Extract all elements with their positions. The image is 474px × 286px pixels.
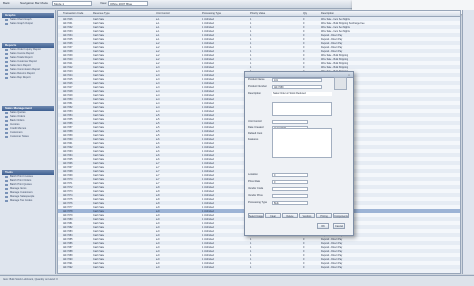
field-label: Product Number [248, 85, 267, 88]
field-input[interactable]: Bulk [272, 200, 308, 205]
field-input[interactable] [272, 186, 308, 191]
status-text: Item: Bulk Stock Lubricant, Quantity on … [3, 278, 58, 281]
column-header[interactable]: Priority Value [250, 12, 265, 15]
column-header[interactable]: Processing Type [202, 12, 221, 15]
navigation-sidebar: Graphs Sales Chart Graph Sales Graph Outpu… [0, 10, 56, 274]
field-label: Description [248, 92, 261, 95]
close-icon[interactable]: × [347, 73, 351, 77]
field-label: Unit Control [248, 120, 262, 123]
column-header[interactable]: Transaction Code [63, 12, 83, 15]
column-header[interactable]: Revenue Type [93, 12, 110, 15]
back-button[interactable]: Back [3, 1, 10, 6]
column-header[interactable]: Unit Control [156, 12, 170, 15]
table-cell: a-9 [156, 265, 160, 269]
field-input[interactable]: AR-7089 [272, 84, 322, 89]
sidebar-item[interactable]: Sales Graph Output [2, 22, 54, 26]
dialog-button-row: Select Image Clear Delete Vendors Pricing Com… [248, 213, 350, 218]
field-label: Default Cust [248, 132, 263, 135]
item-details-dialog: × Product Name 101 Product Number AR-7089 De… [244, 71, 354, 236]
field-label: Price Rate [248, 180, 261, 183]
field-label: Processing Type [248, 201, 268, 204]
field-label: Features [248, 138, 259, 141]
paging-label: Navigation Bar Mode [20, 1, 49, 5]
sidebar-group: Sales Management Sales Quotes Sales Orders… [2, 106, 54, 139]
field-input[interactable]: 0 [272, 179, 308, 184]
application-window: Back Navigation Bar Mode Mode 1 View Off… [0, 0, 474, 286]
dialog-action-button[interactable]: Clear [265, 213, 281, 218]
cancel-button[interactable]: Cancel [333, 223, 345, 229]
view-select[interactable]: Office 2007 Blue [108, 1, 148, 6]
description-box[interactable] [272, 102, 332, 116]
field-label: Vendor Code [248, 187, 264, 190]
dialog-action-button[interactable]: Components [333, 213, 349, 218]
field-label: Date Created [248, 126, 264, 129]
table-row[interactable]: AR-7092 Cash Sale a-9 1 Unlimited 1 0 Deposit … [58, 265, 460, 269]
mode-select[interactable]: Mode 1 [52, 1, 92, 6]
dialog-action-button[interactable]: Delete [282, 213, 298, 218]
sidebar-item[interactable]: Customer Notes [2, 135, 54, 139]
dialog-action-button[interactable]: Select Image [248, 213, 264, 218]
dialog-action-button[interactable]: Vendors [299, 213, 315, 218]
sidebar-group: Reports Sales Order Inquiry Report Sales I… [2, 43, 54, 80]
field-input[interactable]: 101 [272, 77, 322, 82]
column-header[interactable]: Description [321, 12, 334, 15]
table-cell: 0 [303, 265, 305, 269]
view-label: View [100, 1, 107, 5]
description-value[interactable]: Sales Order w/ Stock Reduced [272, 92, 332, 96]
field-input[interactable]: 0 [272, 172, 308, 177]
sidebar-item[interactable]: Manage Tax Codes [2, 199, 54, 203]
ok-button[interactable]: OK [317, 223, 329, 229]
table-cell: Deposit - Direct Pay [321, 265, 343, 269]
field-input[interactable] [272, 119, 308, 124]
field-label: Vendor Price [248, 194, 263, 197]
features-box[interactable] [272, 128, 332, 158]
dialog-action-button[interactable]: Pricing [316, 213, 332, 218]
status-bar: Item: Bulk Stock Lubricant, Quantity on … [0, 275, 474, 286]
table-cell: 1 [250, 265, 252, 269]
field-label: Location [248, 173, 258, 176]
sidebar-group: Graphs Sales Chart Graph Sales Graph Outpu… [2, 13, 54, 26]
table-cell: 1 Unlimited [202, 265, 214, 269]
column-header[interactable]: Qty [303, 12, 307, 15]
table-cell: Cash Sale [93, 265, 105, 269]
sidebar-group: Tools Batch Print Invoices Batch Print Ord… [2, 170, 54, 203]
right-panel [462, 10, 474, 274]
item-image [334, 77, 347, 90]
field-input[interactable] [272, 193, 308, 198]
table-cell: AR-7092 [63, 265, 73, 269]
sidebar-item[interactable]: Sales Rep Report [2, 76, 54, 80]
field-label: Product Name [248, 78, 265, 81]
